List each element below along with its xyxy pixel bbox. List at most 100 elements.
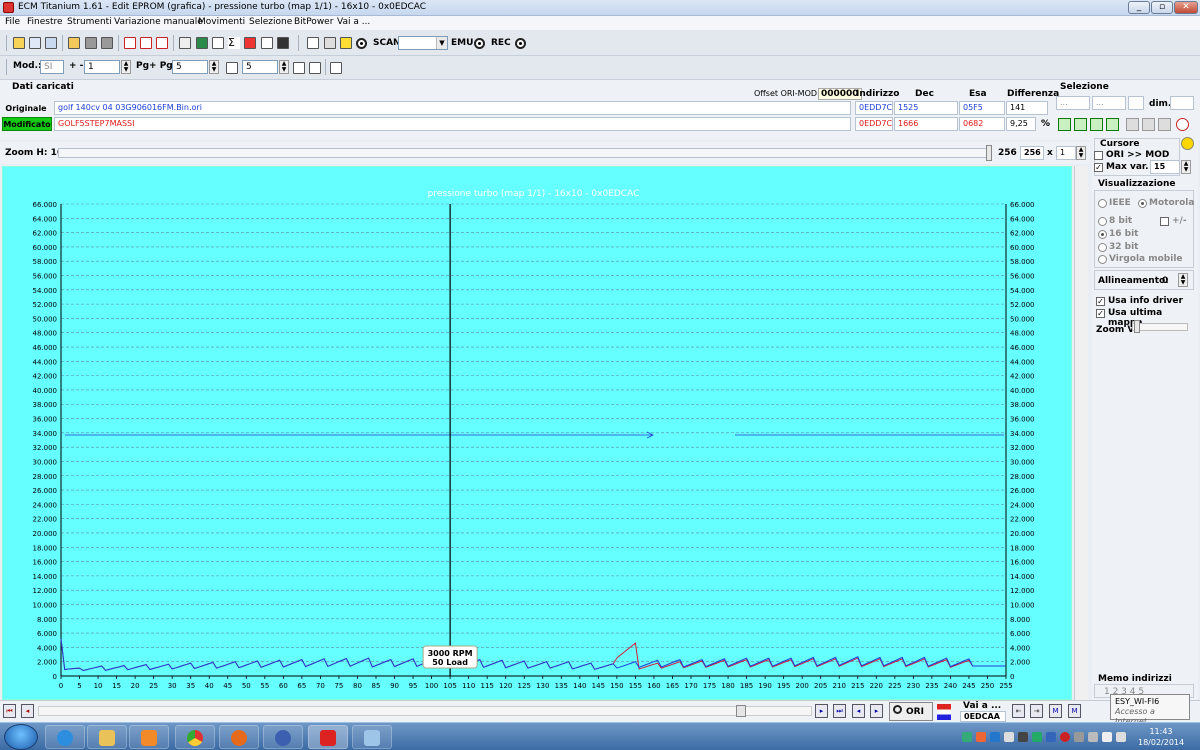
p-stepper[interactable]: ▲ ▼ [279, 60, 289, 74]
horizontal-scroll-thumb[interactable] [736, 705, 746, 717]
dim-field[interactable] [1170, 96, 1194, 110]
zoom-stepper[interactable]: ▲ ▼ [1076, 146, 1086, 160]
taskbar-explorer[interactable] [87, 725, 127, 749]
runner-icon[interactable] [340, 37, 352, 49]
max-var-checkbox[interactable]: ✓ [1094, 163, 1103, 172]
goto-1-button[interactable]: ⇤ [1012, 704, 1025, 718]
page-stepper[interactable]: ▲ ▼ [209, 60, 219, 74]
record-icon[interactable] [356, 38, 367, 49]
taskbar-ie[interactable] [45, 725, 85, 749]
menu-movimenti[interactable]: Movimenti [198, 17, 245, 27]
menu-bitpower[interactable]: BitPower [294, 17, 333, 27]
chart-area[interactable]: pressione turbo (map 1/1) - 16x10 - 0x0E… [2, 166, 1072, 700]
paste-icon[interactable] [1142, 118, 1155, 131]
home-icon[interactable] [13, 37, 25, 49]
select-all-icon[interactable] [1106, 118, 1119, 131]
save-as-icon[interactable] [101, 37, 113, 49]
select-start-icon[interactable] [1058, 118, 1071, 131]
save-icon[interactable] [85, 37, 97, 49]
tray-icon-1[interactable] [962, 732, 972, 742]
mod-field[interactable]: SI [40, 60, 64, 74]
settings-icon[interactable] [330, 62, 342, 74]
tray-icon-2[interactable] [976, 732, 986, 742]
windows-icon[interactable] [29, 37, 41, 49]
driver-icon[interactable] [196, 37, 208, 49]
taskbar-paint[interactable] [352, 725, 392, 749]
skip-next-button[interactable]: ⏭ [833, 704, 846, 718]
8bit-radio[interactable] [1098, 217, 1107, 226]
menu-variazione-manuale[interactable]: Variazione manuale [114, 17, 203, 27]
ori-button[interactable]: ORI [889, 702, 933, 721]
step-stepper[interactable]: ▲ ▼ [121, 60, 131, 74]
flag-icon[interactable] [937, 704, 951, 720]
tray-icon-3[interactable] [990, 732, 1000, 742]
menu-finestre[interactable]: Finestre [27, 17, 63, 27]
menu-selezione[interactable]: Selezione [249, 17, 292, 27]
minimize-button[interactable]: _ [1128, 1, 1150, 14]
multiply-icon[interactable] [309, 62, 321, 74]
table-icon[interactable] [156, 37, 168, 49]
prev-page-button[interactable]: ◂ [21, 704, 34, 718]
compare-icon[interactable] [212, 37, 224, 49]
volume-icon[interactable] [1116, 732, 1126, 742]
flag-tray-icon[interactable] [1088, 732, 1098, 742]
p-field[interactable]: 5 [242, 60, 278, 74]
chart-vertical-scrollbar[interactable] [1074, 166, 1088, 700]
text-icon[interactable] [307, 37, 319, 49]
arrow-icon[interactable] [244, 37, 256, 49]
tray-icon-4[interactable] [1004, 732, 1014, 742]
32bit-radio[interactable] [1098, 243, 1107, 252]
max-var-field[interactable]: 15 [1150, 160, 1180, 174]
network-icon[interactable] [1102, 732, 1112, 742]
zoom-multiplier[interactable]: 1 [1056, 146, 1076, 160]
start-button[interactable] [4, 724, 38, 750]
tray-icon-6[interactable] [1032, 732, 1042, 742]
minus-icon[interactable] [293, 62, 305, 74]
lock-icon[interactable] [324, 37, 336, 49]
select-range-icon[interactable] [1090, 118, 1103, 131]
menu-file[interactable]: File [5, 17, 20, 27]
power-icon[interactable] [1176, 118, 1189, 131]
tray-icon-7[interactable] [1046, 732, 1056, 742]
selection-end-field[interactable]: ... [1092, 96, 1126, 110]
tray-icon-5[interactable] [1018, 732, 1028, 742]
open-folder-icon[interactable] [68, 37, 80, 49]
motorola-radio[interactable] [1138, 199, 1147, 208]
goto-2-button[interactable]: ⇥ [1030, 704, 1043, 718]
binoculars-icon[interactable] [277, 37, 289, 49]
menu-vai-a[interactable]: Vai a ... [337, 17, 370, 27]
graph-icon[interactable] [261, 37, 273, 49]
map-icon[interactable] [140, 37, 152, 49]
copy-icon[interactable] [1126, 118, 1139, 131]
forward-button[interactable]: ▸ [870, 704, 883, 718]
sigma-icon[interactable]: Σ [228, 37, 240, 49]
taskbar-firefox[interactable] [219, 725, 259, 749]
zoom-slider-track[interactable] [58, 148, 990, 158]
emu-toggle[interactable] [474, 38, 485, 49]
back-button[interactable]: ◂ [852, 704, 865, 718]
close-button[interactable]: ✕ [1174, 1, 1198, 14]
tray-icon-9[interactable] [1074, 732, 1084, 742]
plusminus-checkbox[interactable] [1160, 217, 1169, 226]
next-button[interactable]: ▸ [815, 704, 828, 718]
checksum-icon[interactable] [179, 37, 191, 49]
taskbar-media[interactable] [129, 725, 169, 749]
selection-start-field[interactable]: ... [1056, 96, 1090, 110]
zoom-slider-thumb[interactable] [986, 145, 992, 161]
lock-icon[interactable] [1181, 137, 1194, 150]
memo-m1-button[interactable]: M [1049, 704, 1062, 718]
zoom-v-slider[interactable] [1132, 323, 1188, 331]
p-icon[interactable] [226, 62, 238, 74]
page-field[interactable]: 5 [172, 60, 208, 74]
first-page-button[interactable]: ⏮ [3, 704, 16, 718]
taskbar-chrome[interactable] [175, 725, 215, 749]
zoom-v-thumb[interactable] [1134, 320, 1140, 333]
horizontal-scrollbar[interactable] [38, 706, 812, 716]
rec-toggle[interactable] [515, 38, 526, 49]
vai-a-field[interactable]: 0EDCAA [960, 711, 1006, 722]
selection-extra-field[interactable] [1128, 96, 1144, 110]
select-end-icon[interactable] [1074, 118, 1087, 131]
taskbar-ecm-titanium[interactable] [308, 725, 348, 749]
maximize-button[interactable]: ▫ [1151, 1, 1173, 14]
virgola-radio[interactable] [1098, 255, 1107, 264]
